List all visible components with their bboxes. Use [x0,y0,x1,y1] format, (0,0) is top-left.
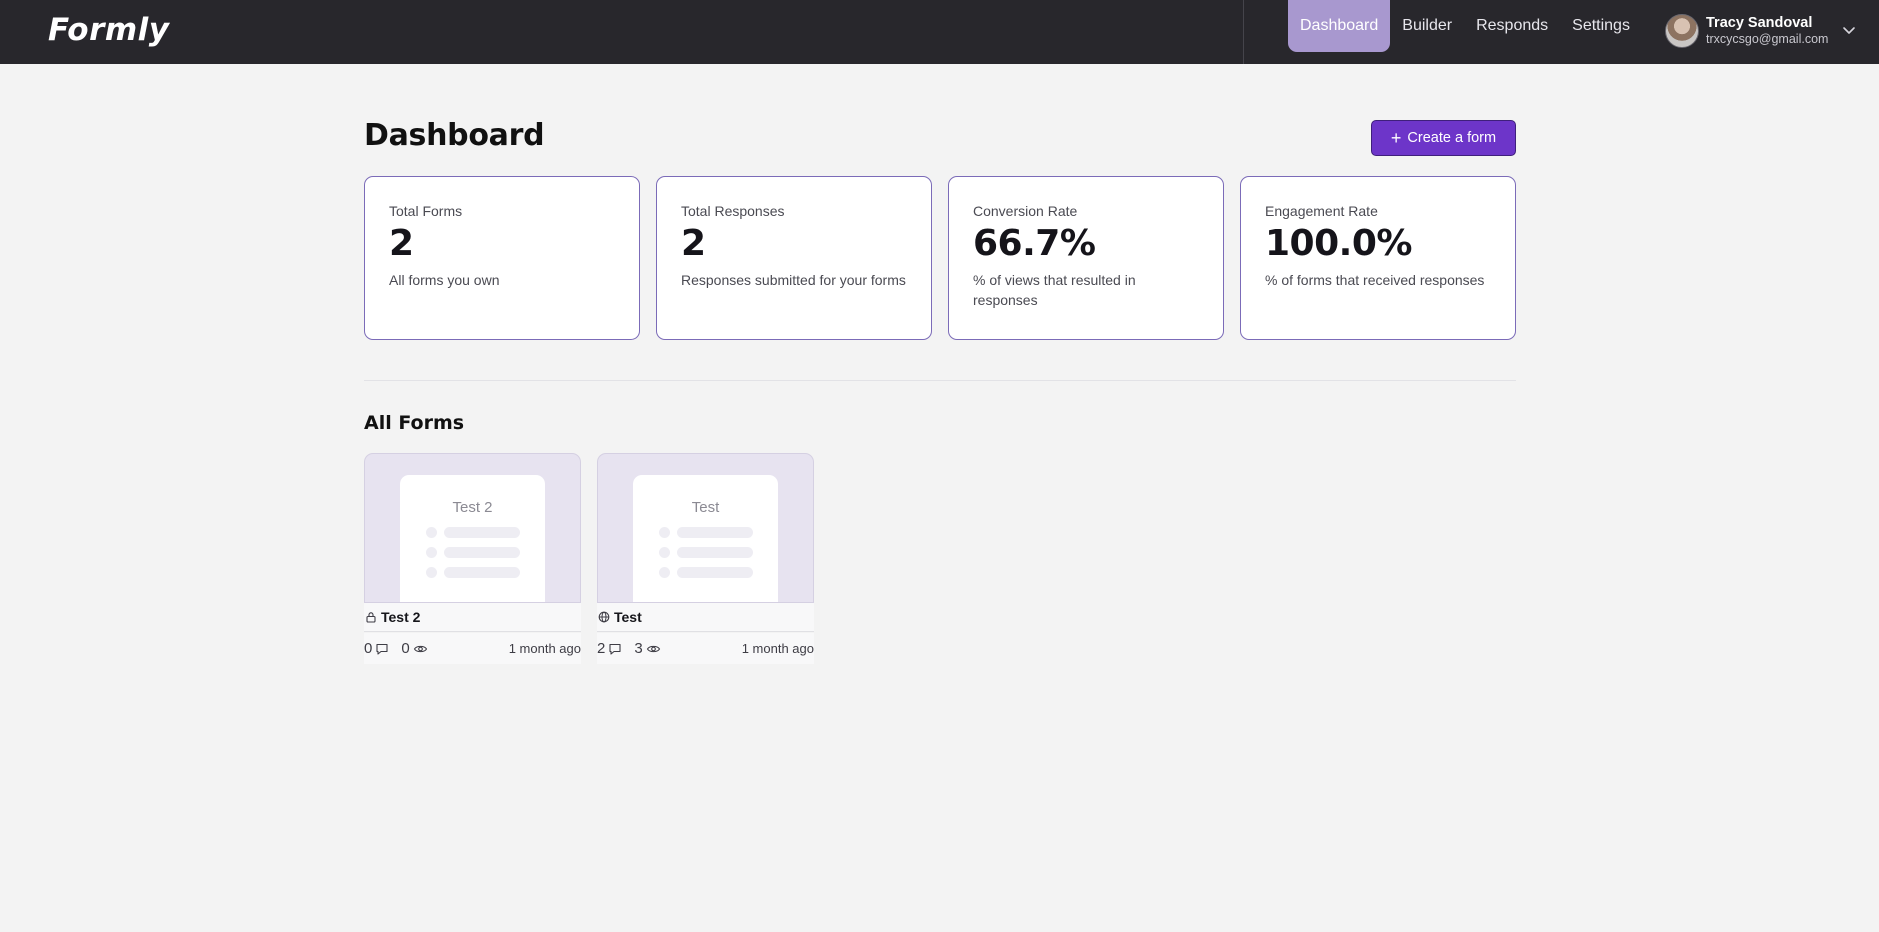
globe-icon [598,611,610,623]
avatar [1665,14,1699,48]
nav-item-settings[interactable]: Settings [1560,0,1642,52]
responses-count: 2 [597,640,622,657]
responses-count: 0 [364,640,389,657]
placeholder-line [659,547,759,558]
create-form-label: Create a form [1407,130,1497,146]
stat-card-engagement-rate: Engagement Rate 100.0% % of forms that r… [1240,176,1516,340]
stat-card-conversion-rate: Conversion Rate 66.7% % of views that re… [948,176,1224,340]
stat-value: 2 [389,223,414,264]
form-name-row: Test [597,603,814,632]
page-title: Dashboard [364,118,545,153]
nav-item-responds[interactable]: Responds [1464,0,1560,52]
stat-title: Conversion Rate [973,203,1078,219]
user-info: Tracy Sandoval trxcycsgo@gmail.com [1706,15,1828,46]
stat-description: % of forms that received responses [1265,272,1485,288]
stat-card-total-responses: Total Responses 2 Responses submitted fo… [656,176,932,340]
stat-description: All forms you own [389,272,500,288]
placeholder-line [659,567,759,578]
stat-title: Total Forms [389,203,463,219]
app-logo[interactable]: Formly [48,12,170,48]
stat-title: Total Responses [681,203,785,219]
nav-item-builder[interactable]: Builder [1390,0,1464,52]
form-name[interactable]: Test 2 [381,609,420,625]
form-meta-row: 0 0 1 month ago [364,633,581,664]
section-divider [364,380,1516,381]
form-preview[interactable]: Test [597,453,814,603]
user-email: trxcycsgo@gmail.com [1706,32,1829,47]
top-navbar: Formly Dashboard Builder Responds Settin… [0,0,1879,64]
all-forms-title: All Forms [364,412,465,434]
form-card[interactable]: Test Test 2 3 1 month ago [597,453,814,664]
form-preview[interactable]: Test 2 [364,453,581,603]
plus-icon: + [1390,128,1402,148]
form-name[interactable]: Test [614,609,642,625]
user-name: Tracy Sandoval [1706,15,1813,32]
form-preview-paper: Test [633,475,778,602]
placeholder-line [426,527,526,538]
views-count: 3 [634,640,660,657]
create-form-button[interactable]: + Create a form [1371,120,1516,156]
form-preview-title: Test [691,499,720,516]
views-value: 0 [401,640,410,657]
responses-value: 0 [364,640,373,657]
user-menu[interactable]: Tracy Sandoval trxcycsgo@gmail.com [1665,13,1828,49]
form-meta-row: 2 3 1 month ago [597,633,814,664]
updated-time: 1 month ago [508,641,581,656]
message-icon [376,643,388,655]
views-value: 3 [634,640,643,657]
nav-divider [1243,0,1244,64]
placeholder-line [426,547,526,558]
lock-icon [366,612,376,623]
stat-description: Responses submitted for your forms [681,272,906,288]
responses-value: 2 [597,640,606,657]
stat-card-total-forms: Total Forms 2 All forms you own [364,176,640,340]
form-preview-paper: Test 2 [400,475,545,602]
eye-icon [413,645,427,652]
stat-value: 2 [681,223,706,264]
stats-row: Total Forms 2 All forms you own Total Re… [364,176,1516,340]
stat-description: % of views that resulted in responses [973,272,1136,308]
message-icon [609,643,621,655]
stat-value: 100.0% [1265,223,1412,264]
form-name-row: Test 2 [364,603,581,632]
placeholder-line [659,527,759,538]
stat-value: 66.7% [973,223,1096,264]
form-preview-title: Test 2 [452,499,493,516]
nav-item-dashboard[interactable]: Dashboard [1288,0,1391,52]
main-nav: Dashboard Builder Responds Settings [1288,0,1642,52]
chevron-down-icon[interactable] [1841,22,1857,38]
stat-title: Engagement Rate [1265,203,1378,219]
views-count: 0 [401,640,427,657]
form-card[interactable]: Test 2 Test 2 0 0 1 month ago [364,453,581,664]
placeholder-line [426,567,526,578]
updated-time: 1 month ago [741,641,814,656]
eye-icon [646,645,660,652]
